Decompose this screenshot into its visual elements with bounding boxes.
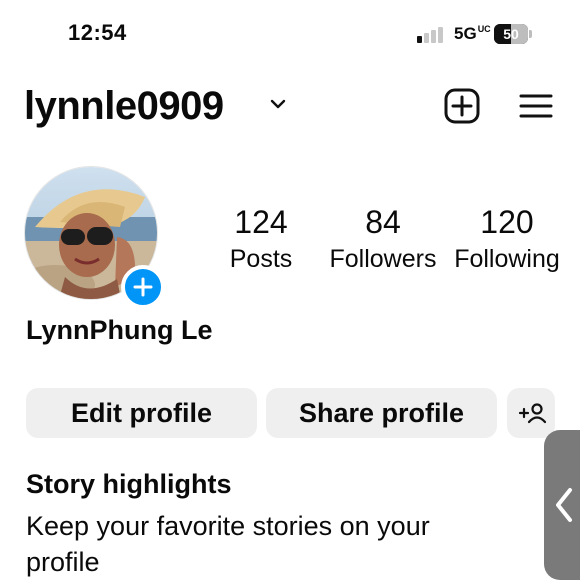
edit-profile-button[interactable]: Edit profile [26, 388, 257, 438]
cellular-signal-icon [417, 27, 447, 43]
story-highlights-title: Story highlights [26, 469, 232, 499]
following-label: Following [454, 245, 560, 273]
followers-label: Followers [329, 245, 437, 273]
profile-full-name: LynnPhung Le [26, 315, 213, 345]
chevron-down-icon[interactable] [268, 94, 288, 114]
battery-level: 50 [503, 26, 519, 42]
network-badge: UC [477, 24, 491, 35]
add-person-icon [518, 403, 547, 424]
posts-count: 124 [234, 204, 288, 240]
share-profile-button[interactable]: Share profile [266, 388, 497, 438]
story-highlights-description: Keep your favorite stories on your profi… [26, 511, 430, 577]
network-label: 5G [454, 24, 477, 43]
plus-square-icon[interactable] [442, 86, 482, 126]
followers-stat[interactable]: 84 Followers [324, 204, 442, 274]
side-handle[interactable] [544, 430, 580, 580]
battery-icon: 50 [494, 24, 532, 44]
status-time: 12:54 [68, 20, 127, 45]
username[interactable]: lynnle0909 [24, 84, 224, 129]
followers-count: 84 [365, 204, 401, 240]
status-bar: 12:54 5GUC 50 [0, 0, 580, 70]
chevron-left-icon [556, 488, 572, 522]
following-stat[interactable]: 120 Following [448, 204, 566, 274]
posts-label: Posts [229, 245, 293, 273]
hamburger-menu-icon[interactable] [516, 86, 556, 126]
discover-people-button[interactable] [507, 388, 555, 438]
avatar-container[interactable] [24, 166, 165, 309]
network-type: 5GUC [454, 24, 491, 44]
profile-header: lynnle0909 [0, 80, 580, 140]
posts-stat[interactable]: 124 Posts [216, 204, 306, 274]
add-story-icon[interactable] [121, 265, 165, 309]
following-count: 120 [480, 204, 534, 240]
